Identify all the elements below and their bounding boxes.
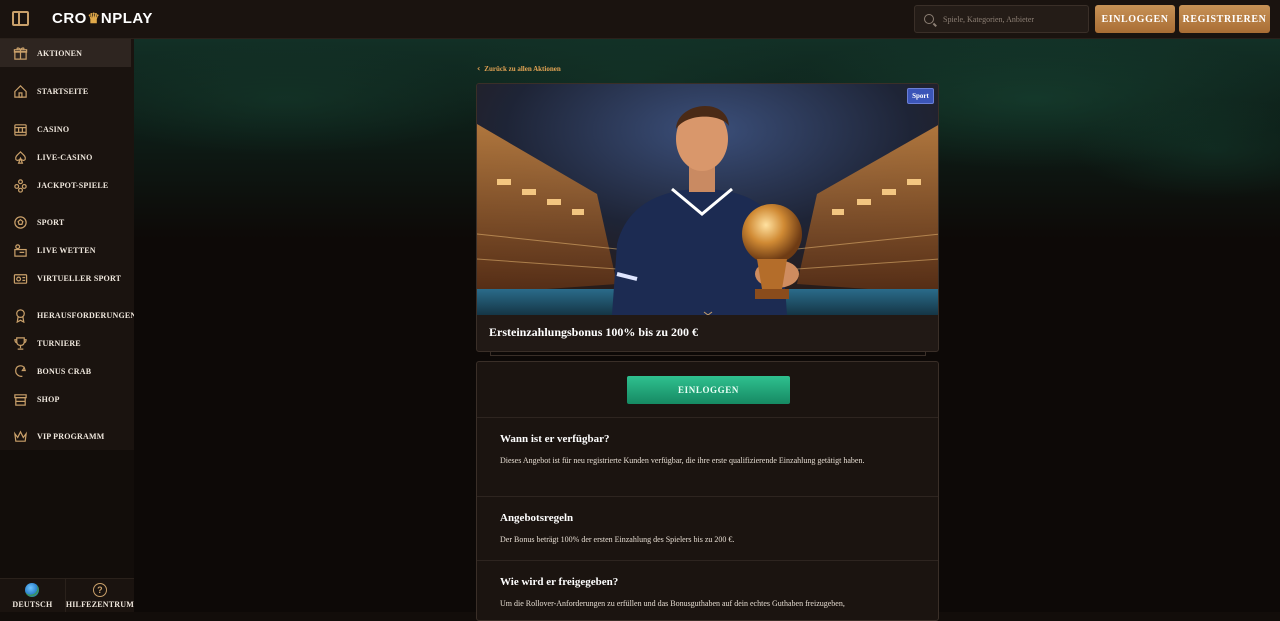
section-title-availability: Wann ist er verfügbar? bbox=[500, 433, 610, 445]
sidebar-item-casino[interactable]: CASINO bbox=[0, 115, 131, 143]
section-text-rules: Der Bonus beträgt 100% der ersten Einzah… bbox=[500, 535, 735, 544]
sidebar-item-label: STARTSEITE bbox=[37, 86, 89, 96]
language-button[interactable]: DEUTSCH bbox=[0, 579, 66, 612]
sidebar-item-label: SHOP bbox=[37, 394, 60, 404]
ball-icon bbox=[13, 215, 28, 230]
sidebar-item-herausforderungen[interactable]: HERAUSFORDERUNGEN bbox=[0, 301, 136, 329]
sidebar: AKTIONEN STARTSEITE CASINO LIVE-CASINO J… bbox=[0, 39, 136, 450]
sidebar-item-startseite[interactable]: STARTSEITE bbox=[0, 77, 131, 105]
chevron-left-icon: ‹ bbox=[477, 64, 481, 73]
sidebar-item-label: BONUS CRAB bbox=[37, 366, 92, 376]
sidebar-item-live-casino[interactable]: LIVE-CASINO bbox=[0, 143, 131, 171]
top-bar: CRO♛NPLAY EINLOGGEN REGISTRIEREN bbox=[0, 0, 1280, 39]
sidebar-item-sport[interactable]: SPORT bbox=[0, 208, 131, 236]
sidebar-footer: DEUTSCH ? HILFEZENTRUM bbox=[0, 578, 134, 612]
register-button[interactable]: REGISTRIEREN bbox=[1179, 5, 1270, 33]
logo-text-right: NPLAY bbox=[100, 10, 153, 27]
promo-hero-image bbox=[477, 84, 938, 315]
home-icon bbox=[13, 84, 28, 99]
promo-details-card: EINLOGGEN Wann ist er verfügbar? Dieses … bbox=[476, 361, 939, 621]
sidebar-item-turniere[interactable]: TURNIERE bbox=[0, 329, 131, 357]
sidebar-item-label: LIVE-CASINO bbox=[37, 152, 93, 162]
back-link-label: Zurück zu allen Aktionen bbox=[484, 64, 561, 73]
section-title-release: Wie wird er freigegeben? bbox=[500, 576, 619, 588]
logo-text-left: CRO bbox=[52, 10, 87, 27]
divider bbox=[477, 417, 938, 418]
sidebar-item-label: CASINO bbox=[37, 124, 70, 134]
sidebar-item-label: HERAUSFORDERUNGEN bbox=[37, 310, 137, 320]
logo[interactable]: CRO ♛ NPLAY bbox=[52, 10, 153, 27]
sidebar-item-jackpot-spiele[interactable]: JACKPOT-SPIELE bbox=[0, 171, 131, 199]
language-label: DEUTSCH bbox=[12, 599, 53, 609]
gift-icon bbox=[13, 46, 28, 61]
search-icon bbox=[924, 14, 934, 24]
sidebar-item-label: LIVE WETTEN bbox=[37, 245, 96, 255]
jackpot-icon bbox=[13, 178, 28, 193]
live-bet-icon bbox=[13, 243, 28, 258]
crown-icon: ♛ bbox=[87, 10, 101, 26]
divider bbox=[477, 496, 938, 497]
slot-machine-icon bbox=[13, 122, 28, 137]
sidebar-item-virtueller-sport[interactable]: VIRTUELLER SPORT bbox=[0, 264, 131, 292]
medal-icon bbox=[13, 308, 28, 323]
sidebar-item-vip-programm[interactable]: VIP PROGRAMM bbox=[0, 422, 131, 450]
back-to-promotions-link[interactable]: ‹ Zurück zu allen Aktionen bbox=[477, 64, 561, 73]
sidebar-item-label: TURNIERE bbox=[37, 338, 81, 348]
sidebar-item-bonus-crab[interactable]: BONUS CRAB bbox=[0, 357, 131, 385]
sidebar-toggle-icon[interactable] bbox=[12, 11, 29, 26]
crab-icon bbox=[13, 364, 28, 379]
help-center-label: HILFEZENTRUM bbox=[65, 599, 134, 609]
section-title-rules: Angebotsregeln bbox=[500, 512, 574, 524]
sidebar-item-shop[interactable]: SHOP bbox=[0, 385, 131, 413]
promo-login-button[interactable]: EINLOGGEN bbox=[627, 376, 790, 404]
sidebar-item-aktionen[interactable]: AKTIONEN bbox=[0, 39, 131, 67]
help-center-button[interactable]: ? HILFEZENTRUM bbox=[66, 579, 134, 612]
section-text-availability: Dieses Angebot ist für neu registrierte … bbox=[500, 456, 865, 465]
spade-icon bbox=[13, 150, 28, 165]
sidebar-item-label: JACKPOT-SPIELE bbox=[37, 180, 109, 190]
sidebar-item-label: VIP PROGRAMM bbox=[37, 431, 105, 441]
shop-icon bbox=[13, 392, 28, 407]
trophy-icon bbox=[13, 336, 28, 351]
search-input[interactable] bbox=[943, 14, 1083, 24]
promo-title: Ersteinzahlungsbonus 100% bis zu 200 € bbox=[489, 325, 699, 339]
sidebar-item-label: SPORT bbox=[37, 217, 65, 227]
question-icon: ? bbox=[92, 582, 107, 597]
search-box[interactable] bbox=[914, 5, 1089, 33]
sport-tag-badge: Sport bbox=[907, 88, 934, 104]
card-bottom-strip bbox=[490, 352, 926, 356]
promo-card[interactable]: Ersteinzahlungsbonus 100% bis zu 200 € bbox=[476, 83, 939, 352]
crown-icon bbox=[13, 429, 28, 444]
sidebar-item-label: AKTIONEN bbox=[37, 48, 83, 58]
sidebar-item-label: VIRTUELLER SPORT bbox=[37, 273, 122, 283]
globe-icon bbox=[25, 582, 40, 597]
section-text-release: Um die Rollover-Anforderungen zu erfülle… bbox=[500, 599, 845, 608]
login-button[interactable]: EINLOGGEN bbox=[1095, 5, 1175, 33]
divider bbox=[477, 560, 938, 561]
virtual-sport-icon bbox=[13, 271, 28, 286]
sidebar-item-live-wetten[interactable]: LIVE WETTEN bbox=[0, 236, 131, 264]
